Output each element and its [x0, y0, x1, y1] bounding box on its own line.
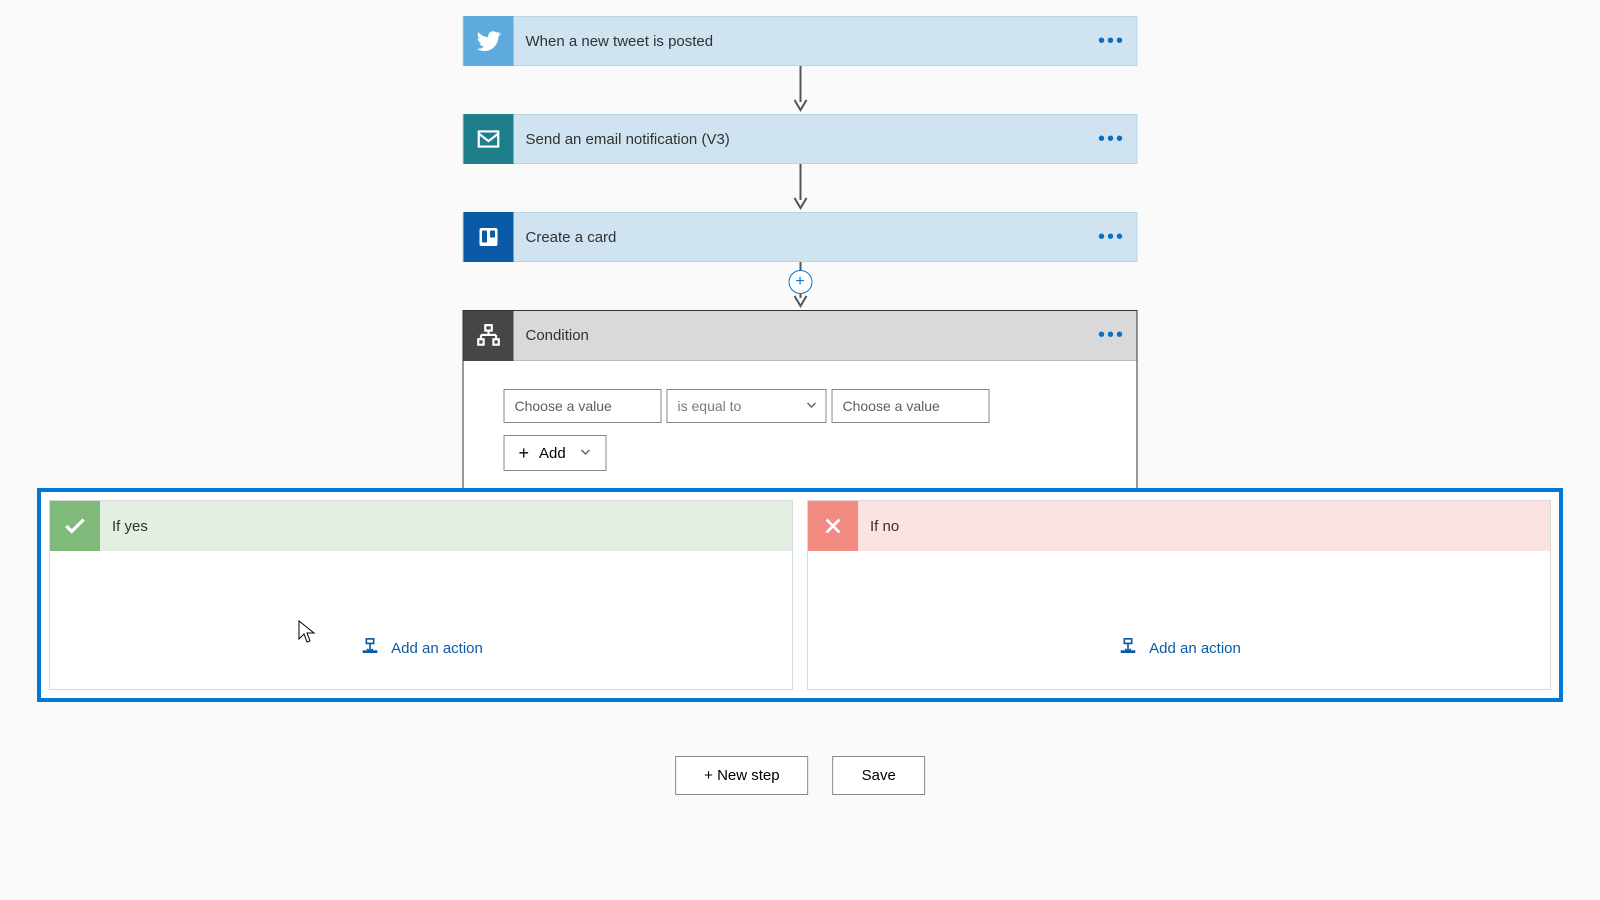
- branch-yes-add-action[interactable]: Add an action: [359, 637, 483, 659]
- add-condition-button[interactable]: + Add: [504, 435, 607, 471]
- branch-no-add-action[interactable]: Add an action: [1117, 637, 1241, 659]
- condition-header[interactable]: Condition •••: [464, 311, 1137, 361]
- connector-2: [463, 164, 1138, 212]
- branch-if-no: If no Add an action: [807, 500, 1551, 690]
- branch-yes-add-action-label: Add an action: [391, 640, 483, 657]
- save-button[interactable]: Save: [833, 756, 925, 795]
- condition-menu[interactable]: •••: [1087, 324, 1137, 347]
- branch-yes-header[interactable]: If yes: [50, 501, 792, 551]
- step-twitter[interactable]: When a new tweet is posted •••: [463, 16, 1138, 66]
- step-twitter-title: When a new tweet is posted: [514, 33, 1087, 50]
- twitter-icon: [464, 16, 514, 66]
- condition-operator-select[interactable]: is equal to: [667, 389, 827, 423]
- step-email[interactable]: Send an email notification (V3) •••: [463, 114, 1138, 164]
- branch-no-header[interactable]: If no: [808, 501, 1550, 551]
- branch-no-add-action-label: Add an action: [1149, 640, 1241, 657]
- chevron-down-icon: [806, 398, 818, 414]
- condition-title: Condition: [514, 327, 1087, 344]
- chevron-down-icon: [580, 445, 592, 462]
- step-email-menu[interactable]: •••: [1087, 128, 1137, 151]
- step-twitter-menu[interactable]: •••: [1087, 30, 1137, 53]
- add-action-icon: [359, 637, 381, 659]
- insert-step-button[interactable]: +: [788, 270, 812, 294]
- add-condition-label: Add: [539, 445, 566, 462]
- footer-actions: + New step Save: [675, 756, 925, 795]
- condition-body: Choose a value is equal to Choose a valu…: [464, 361, 1137, 495]
- step-email-title: Send an email notification (V3): [514, 131, 1087, 148]
- condition-left-value[interactable]: Choose a value: [504, 389, 662, 423]
- condition-branches: If yes Add an action I: [37, 488, 1563, 702]
- branch-yes-title: If yes: [100, 518, 148, 535]
- branch-if-yes: If yes Add an action: [49, 500, 793, 690]
- trello-icon: [464, 212, 514, 262]
- close-icon: [808, 501, 858, 551]
- mail-icon: [464, 114, 514, 164]
- add-action-icon: [1117, 637, 1139, 659]
- condition-block: Condition ••• Choose a value is equal to…: [463, 310, 1138, 496]
- check-icon: [50, 501, 100, 551]
- new-step-button[interactable]: + New step: [675, 756, 808, 795]
- step-trello-menu[interactable]: •••: [1087, 226, 1137, 249]
- flow-column: When a new tweet is posted ••• Send an e…: [463, 16, 1138, 496]
- condition-operator-label: is equal to: [678, 398, 742, 414]
- branch-no-title: If no: [858, 518, 899, 535]
- plus-icon: +: [519, 443, 530, 464]
- step-trello-title: Create a card: [514, 229, 1087, 246]
- condition-right-value[interactable]: Choose a value: [832, 389, 990, 423]
- step-trello[interactable]: Create a card •••: [463, 212, 1138, 262]
- connector-1: [463, 66, 1138, 114]
- condition-icon: [464, 311, 514, 361]
- connector-3: +: [463, 262, 1138, 310]
